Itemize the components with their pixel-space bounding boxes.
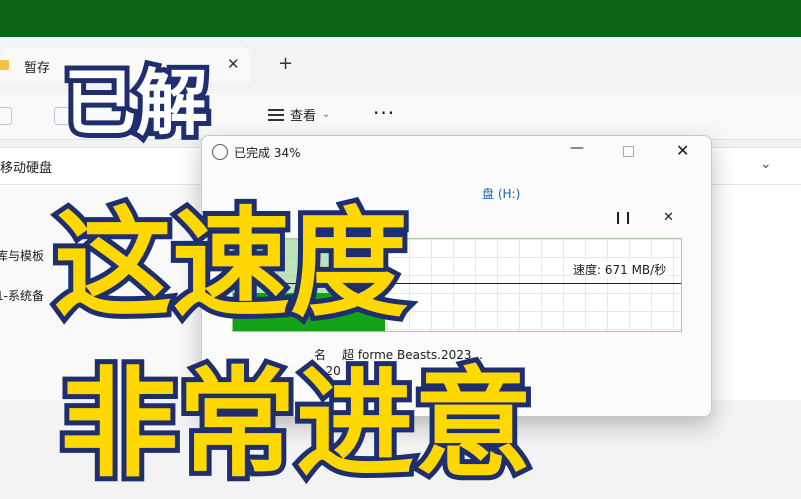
pause-icon[interactable]: ❙❙	[613, 210, 633, 224]
plus-icon[interactable]: +	[278, 53, 293, 74]
chevron-down-icon[interactable]: ⌄	[760, 156, 772, 172]
clock-icon	[212, 144, 228, 160]
address-text: 移动硬盘	[0, 161, 53, 176]
rename-icon[interactable]	[0, 107, 12, 125]
nav-item[interactable]: 库与模板	[0, 247, 44, 264]
dialog-title: 已完成 34%	[234, 146, 301, 160]
more-icon[interactable]: ···	[373, 101, 395, 125]
headline-line-1: 已解	[59, 56, 213, 150]
close-icon[interactable]: ✕	[227, 55, 240, 73]
maximize-icon[interactable]	[623, 146, 634, 157]
view-button[interactable]: 查看 ⌄	[268, 105, 330, 124]
speed-label: 速度: 671 MB/秒	[571, 261, 669, 278]
headline-line-2: 这速度	[49, 190, 413, 338]
top-green-band	[0, 0, 801, 37]
chevron-down-icon: ⌄	[322, 109, 331, 120]
tab-label: 暂存	[24, 61, 51, 76]
close-icon[interactable]: ✕	[676, 141, 689, 160]
minimize-icon[interactable]: —	[570, 140, 584, 156]
folder-icon	[0, 60, 9, 70]
close-icon[interactable]: ✕	[663, 210, 674, 225]
view-button-label: 查看	[290, 109, 317, 124]
list-view-icon	[268, 108, 284, 121]
nav-item[interactable]: 1-系统备	[0, 287, 44, 304]
headline-line-3: 非常进意	[55, 350, 537, 498]
destination-text: 盘 (H:)	[482, 187, 521, 201]
